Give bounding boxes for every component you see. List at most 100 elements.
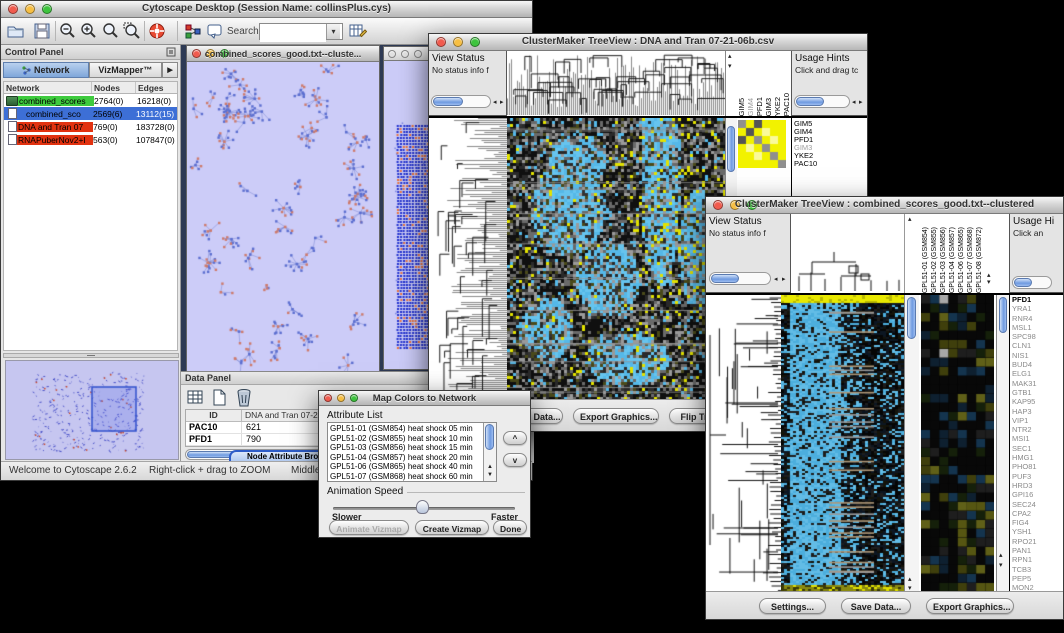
column-label[interactable]: GPL51-01 (GSM854) — [921, 227, 930, 293]
scroll-down-arrow[interactable]: ▾ — [987, 279, 991, 286]
column-label[interactable]: GIM3 — [764, 98, 773, 116]
create-vizmap-button[interactable]: Create Vizmap — [415, 520, 489, 535]
animation-speed-slider-thumb[interactable] — [416, 500, 429, 514]
attribute-listbox[interactable]: GPL51-01 (GSM854) heat shock 05 min GPL51… — [327, 422, 497, 482]
gene-label[interactable]: HRD3 — [1010, 481, 1063, 490]
gene-label[interactable]: MSI1 — [1010, 434, 1063, 443]
scroll-down-arrow[interactable]: ▾ — [728, 63, 732, 70]
tab-vizmapper[interactable]: VizMapper™ — [89, 62, 163, 78]
scroll-up-arrow[interactable]: ▴ — [987, 272, 991, 279]
treeview1-title-bar[interactable]: ClusterMaker TreeView : DNA and Tran 07-… — [429, 34, 867, 51]
delete-attribute-icon[interactable] — [235, 388, 253, 407]
zoom-in-icon[interactable] — [80, 22, 98, 40]
network-list-row[interactable]: combined_sco 2569(6) 13112(15) — [4, 107, 177, 120]
attribute-item[interactable]: GPL51-03 (GSM856) heat shock 15 min — [328, 443, 483, 453]
network-window1-title-bar[interactable]: combined_scores_good.txt--cluste... — [187, 46, 379, 62]
gene-label[interactable]: HMG1 — [1010, 453, 1063, 462]
save-icon[interactable] — [33, 22, 51, 40]
gene-label[interactable]: KAP95 — [1010, 397, 1063, 406]
annotation-icon[interactable] — [206, 22, 224, 40]
scroll-left-arrow[interactable]: ◂ — [774, 276, 778, 283]
scroll-left-arrow[interactable]: ◂ — [493, 99, 497, 106]
column-label[interactable]: GPL51-04 (GSM857) — [948, 227, 957, 293]
column-header-edges[interactable]: Edges — [136, 82, 177, 93]
tv2-global-heatmap[interactable] — [781, 295, 904, 593]
hscroll-thumb[interactable] — [711, 274, 739, 283]
panel-splitter[interactable] — [3, 353, 179, 358]
zoom-fit-icon[interactable] — [102, 22, 120, 40]
gene-label[interactable]: PEP5 — [1010, 574, 1063, 583]
network-list-row[interactable]: RNAPuberNov2+I 563(0) 107847(0) — [4, 133, 177, 146]
tv1-heatmap[interactable] — [507, 118, 725, 401]
zoom-out-icon[interactable] — [59, 22, 77, 40]
column-label[interactable]: PFD1 — [755, 97, 764, 116]
column-header-nodes[interactable]: Nodes — [92, 82, 136, 93]
minimize-button[interactable] — [401, 50, 409, 58]
gene-label[interactable]: PUF3 — [1010, 472, 1063, 481]
hscroll-thumb[interactable] — [1014, 278, 1032, 287]
hscroll-thumb[interactable] — [796, 97, 824, 106]
gene-label[interactable]: YSH1 — [1010, 527, 1063, 536]
scroll-up-arrow[interactable]: ▴ — [728, 53, 732, 60]
search-input[interactable] — [260, 27, 326, 42]
listbox-vscrollbar[interactable]: ▲ ▼ — [483, 423, 496, 481]
gene-label[interactable]: VIP1 — [1010, 416, 1063, 425]
gene-label[interactable]: GTB1 — [1010, 388, 1063, 397]
gene-label[interactable]: PFD1 — [1010, 295, 1063, 304]
tv1-zoom-matrix[interactable] — [738, 120, 786, 168]
vscroll-thumb[interactable] — [999, 297, 1007, 333]
gene-label[interactable]: MAK31 — [1010, 379, 1063, 388]
column-header-network[interactable]: Network — [4, 82, 92, 93]
tv2-zoom-heatmap[interactable] — [921, 295, 994, 593]
column-label[interactable]: GPL51-06 (GSM865) — [957, 227, 966, 293]
gene-label[interactable]: HAP3 — [1010, 407, 1063, 416]
gene-label[interactable]: CLN1 — [1010, 341, 1063, 350]
gene-label[interactable]: ELG1 — [1010, 369, 1063, 378]
tv1-column-dendrogram[interactable] — [507, 51, 725, 115]
attribute-item[interactable]: GPL51-04 (GSM857) heat shock 20 min — [328, 453, 483, 463]
column-label[interactable]: YKE2 — [773, 97, 782, 116]
gene-label[interactable]: YRA1 — [1010, 304, 1063, 313]
scroll-down-arrow[interactable]: ▼ — [487, 472, 493, 479]
gene-label[interactable]: PAN1 — [1010, 546, 1063, 555]
table-edit-icon[interactable] — [349, 22, 367, 40]
gene-label[interactable]: NIS1 — [1010, 351, 1063, 360]
dialog-title-bar[interactable]: Map Colors to Network — [319, 391, 530, 406]
column-label[interactable]: GPL51-02 (GSM855) — [930, 227, 939, 293]
attribute-item[interactable]: GPL51-01 (GSM854) heat shock 05 min — [328, 424, 483, 434]
new-attribute-icon[interactable] — [211, 389, 228, 406]
scroll-up-arrow[interactable]: ▲ — [487, 464, 493, 471]
gene-label[interactable]: PHO81 — [1010, 462, 1063, 471]
usage-hints-hscrollbar[interactable] — [794, 95, 850, 108]
tv1-action-button[interactable]: Export Graphics... — [573, 408, 659, 424]
scroll-right-arrow[interactable]: ▸ — [859, 99, 863, 106]
hscroll-thumb[interactable] — [433, 97, 463, 106]
move-up-button[interactable]: ^ — [503, 431, 527, 445]
tv2-zoom-vscrollbar[interactable]: ▴ ▾ — [996, 295, 1009, 593]
scroll-up-arrow[interactable]: ▴ — [908, 576, 912, 583]
tv2-row-dendrogram[interactable] — [706, 295, 781, 593]
attribute-item[interactable]: GPL51-06 (GSM865) heat shock 40 min — [328, 462, 483, 472]
open-file-icon[interactable] — [7, 22, 25, 40]
scroll-right-arrow[interactable]: ▸ — [782, 276, 786, 283]
zoom-selected-icon[interactable] — [123, 22, 141, 40]
tv2-gene-list[interactable]: PFD1YRA1RNR4MSL1SPC98CLN1NIS1BUD4ELG1MAK… — [1009, 295, 1063, 593]
birds-eye-view[interactable] — [5, 360, 179, 460]
search-combobox[interactable]: ▾ — [259, 23, 343, 40]
gene-label[interactable]: RPN1 — [1010, 555, 1063, 564]
help-lifesaver-icon[interactable] — [148, 22, 166, 40]
done-button[interactable]: Done — [493, 520, 527, 535]
id-column-header[interactable]: ID — [186, 410, 242, 421]
scroll-up-arrow[interactable]: ▴ — [908, 216, 912, 223]
gene-label[interactable]: SEC1 — [1010, 444, 1063, 453]
tv2-column-dendrogram[interactable] — [791, 214, 904, 291]
gene-label[interactable]: NTR2 — [1010, 425, 1063, 434]
tv2-action-button[interactable]: Settings... — [759, 598, 826, 614]
column-label[interactable]: GPL51-07 (GSM868) — [966, 227, 975, 293]
gene-label[interactable]: BUD4 — [1010, 360, 1063, 369]
zoom-button[interactable] — [414, 50, 422, 58]
scroll-down-arrow[interactable]: ▾ — [999, 562, 1003, 569]
network-nodes-icon[interactable] — [184, 22, 202, 40]
network-window2-title-bar[interactable] — [384, 47, 434, 61]
gene-label[interactable]: GPI16 — [1010, 490, 1063, 499]
